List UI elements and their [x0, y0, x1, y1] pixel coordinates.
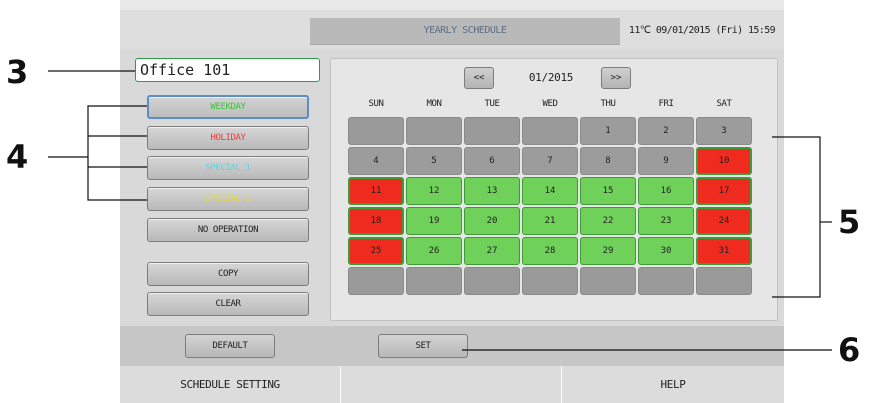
callout-bracket-5: [772, 136, 821, 298]
callout-bracket-4: [87, 105, 147, 201]
callout-3: 3: [6, 53, 29, 91]
callout-6: 6: [838, 331, 861, 369]
callout-5: 5: [838, 203, 861, 241]
callout-4: 4: [6, 138, 29, 176]
callout-lines: [48, 70, 832, 351]
